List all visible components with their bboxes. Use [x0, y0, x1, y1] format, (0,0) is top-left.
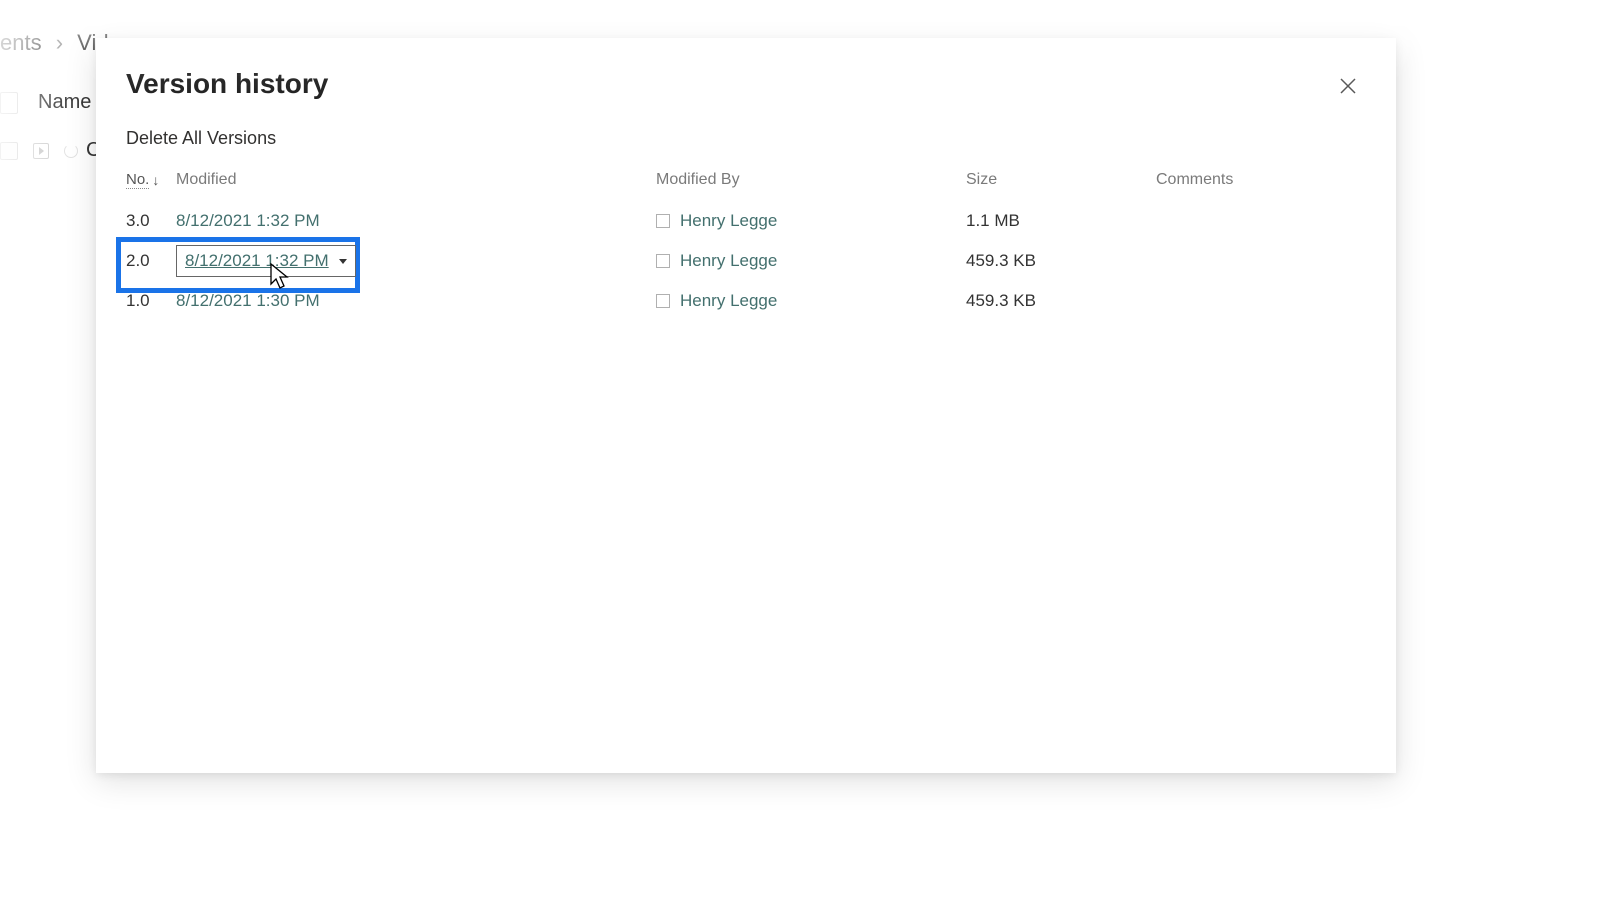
version-modified-by: Henry Legge — [656, 211, 966, 231]
modified-by-name[interactable]: Henry Legge — [680, 251, 777, 271]
sort-descending-icon: ↓ — [152, 172, 159, 188]
version-number: 3.0 — [126, 211, 176, 231]
version-modified-dropdown[interactable]: 8/12/2021 1:32 PM — [176, 245, 356, 277]
version-modified-link[interactable]: 8/12/2021 1:30 PM — [176, 291, 656, 311]
version-modified-cell: 8/12/2021 1:32 PM — [176, 245, 656, 277]
version-number: 1.0 — [126, 291, 176, 311]
version-row-selected: 2.0 8/12/2021 1:32 PM Henry Legge 459.3 … — [126, 241, 1366, 281]
loading-spinner-icon — [64, 144, 78, 158]
row-select-checkbox[interactable] — [0, 142, 18, 160]
dialog-header: Version history — [126, 68, 1366, 128]
dropdown-arrow-icon[interactable] — [339, 259, 347, 264]
version-modified-by: Henry Legge — [656, 291, 966, 311]
presence-checkbox-icon — [656, 214, 670, 228]
delete-all-versions-link[interactable]: Delete All Versions — [126, 128, 276, 149]
version-size: 1.1 MB — [966, 211, 1156, 231]
column-header-size[interactable]: Size — [966, 171, 1156, 189]
table-header-row: No. ↓ Modified Modified By Size Comments — [126, 171, 1366, 189]
video-file-icon — [33, 143, 49, 159]
modified-by-name[interactable]: Henry Legge — [680, 211, 777, 231]
presence-checkbox-icon — [656, 254, 670, 268]
column-header-no[interactable]: No. ↓ — [126, 171, 176, 189]
modified-by-name[interactable]: Henry Legge — [680, 291, 777, 311]
dialog-title: Version history — [126, 68, 328, 100]
close-button[interactable] — [1330, 68, 1366, 104]
file-type-icon — [0, 92, 18, 114]
version-row: 3.0 8/12/2021 1:32 PM Henry Legge 1.1 MB — [126, 201, 1366, 241]
column-header-no-label: No. — [126, 171, 149, 189]
column-header-comments[interactable]: Comments — [1156, 171, 1366, 189]
version-number: 2.0 — [126, 251, 176, 271]
version-size: 459.3 KB — [966, 251, 1156, 271]
close-icon — [1340, 78, 1356, 94]
presence-checkbox-icon — [656, 294, 670, 308]
version-size: 459.3 KB — [966, 291, 1156, 311]
version-history-dialog: Version history Delete All Versions No. … — [96, 38, 1396, 773]
version-table: No. ↓ Modified Modified By Size Comments… — [126, 171, 1366, 321]
column-header-name[interactable]: Name — [38, 91, 91, 114]
column-header-modified[interactable]: Modified — [176, 171, 656, 189]
version-row: 1.0 8/12/2021 1:30 PM Henry Legge 459.3 … — [126, 281, 1366, 321]
column-header-modified-by[interactable]: Modified By — [656, 171, 966, 189]
breadcrumb-parent[interactable]: ents — [0, 30, 42, 55]
version-modified-link[interactable]: 8/12/2021 1:32 PM — [176, 211, 656, 231]
chevron-right-icon: › — [56, 30, 63, 55]
version-modified-by: Henry Legge — [656, 251, 966, 271]
version-modified-link[interactable]: 8/12/2021 1:32 PM — [185, 251, 329, 271]
